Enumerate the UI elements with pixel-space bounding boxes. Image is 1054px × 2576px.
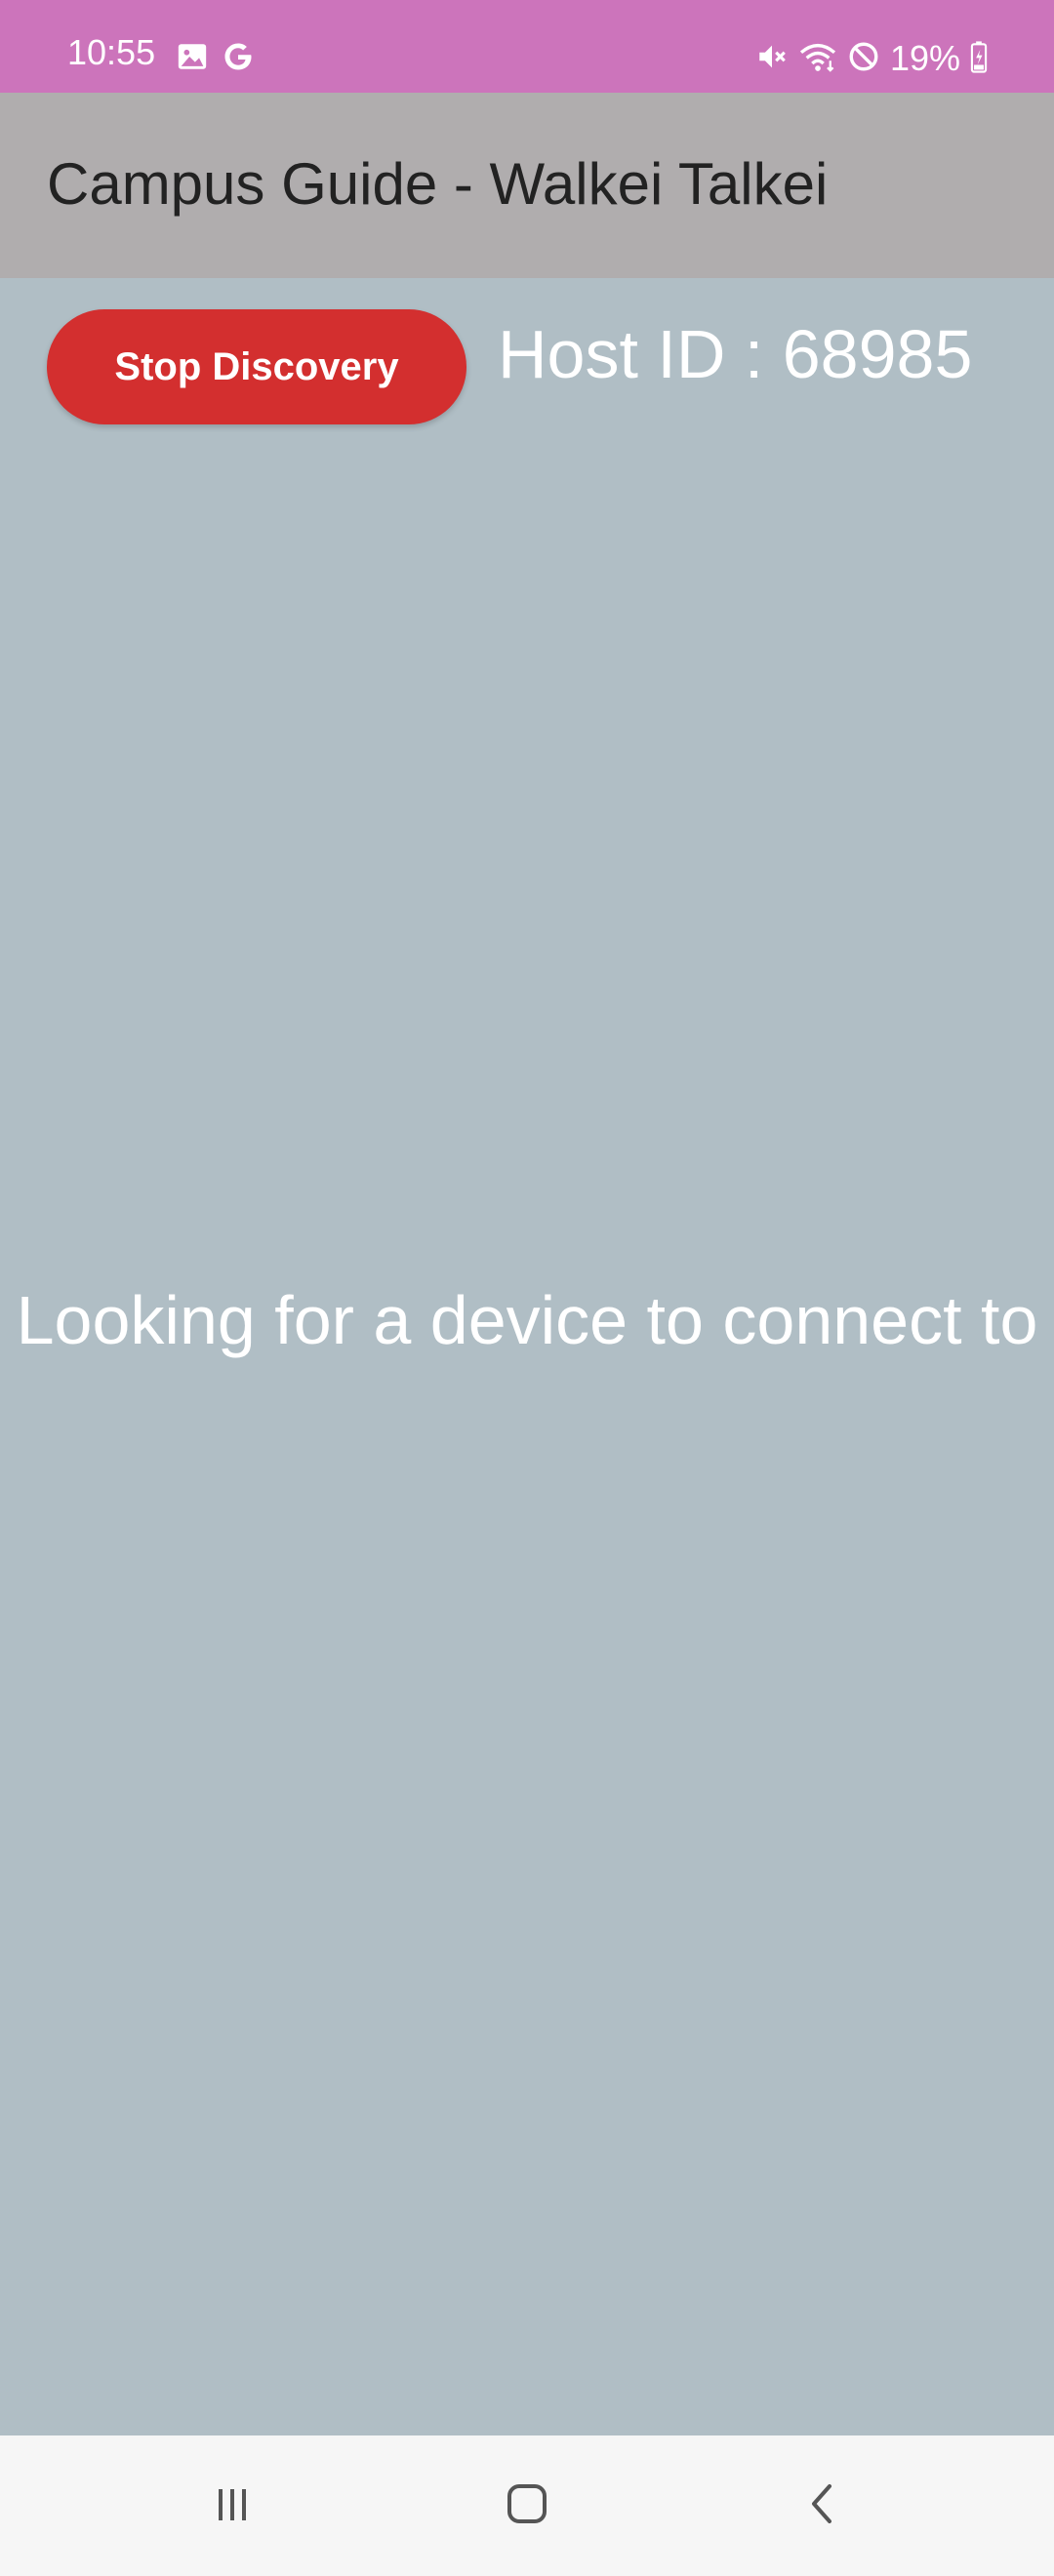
home-icon bbox=[498, 2475, 556, 2538]
back-button[interactable] bbox=[785, 2467, 863, 2545]
do-not-disturb-icon bbox=[847, 40, 880, 78]
host-id-label: Host ID : 68985 bbox=[498, 316, 973, 392]
status-bar: 10:55 19% bbox=[0, 0, 1054, 93]
recent-apps-button[interactable] bbox=[193, 2467, 271, 2545]
discovery-status-message: Looking for a device to connect to bbox=[16, 1282, 1038, 1358]
image-icon bbox=[176, 40, 209, 78]
mute-icon bbox=[755, 40, 789, 78]
stop-discovery-button[interactable]: Stop Discovery bbox=[47, 309, 466, 424]
status-right-icons: 19% bbox=[755, 37, 988, 80]
battery-percentage: 19% bbox=[889, 38, 960, 78]
main-content: Stop Discovery Host ID : 68985 Looking f… bbox=[0, 278, 1054, 2435]
battery-charging-icon bbox=[970, 40, 988, 78]
navigation-bar bbox=[0, 2435, 1054, 2576]
status-left-icons bbox=[176, 37, 256, 80]
recent-apps-icon bbox=[203, 2475, 262, 2538]
back-icon bbox=[794, 2475, 853, 2538]
status-time: 10:55 bbox=[67, 32, 156, 72]
wifi-icon bbox=[798, 40, 837, 78]
google-icon bbox=[221, 39, 256, 79]
app-bar: Campus Guide - Walkei Talkei bbox=[0, 93, 1054, 278]
app-title: Campus Guide - Walkei Talkei bbox=[47, 151, 829, 217]
home-button[interactable] bbox=[488, 2467, 566, 2545]
